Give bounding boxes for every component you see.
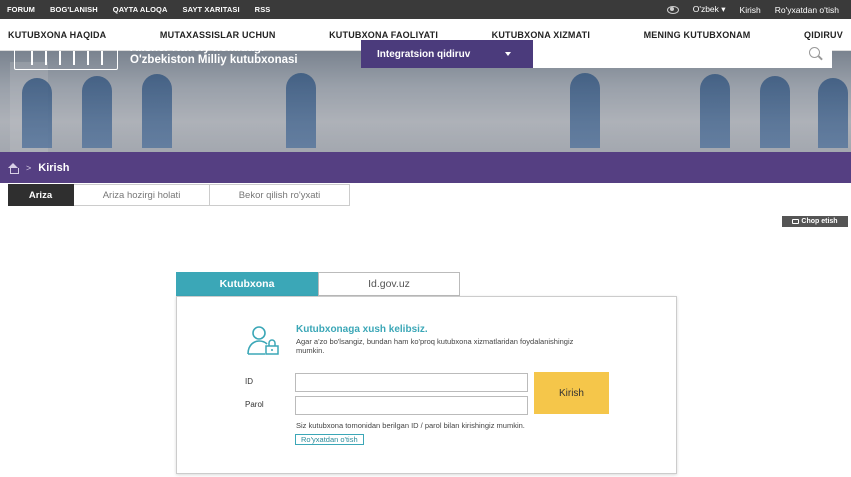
password-label: Parol: [245, 400, 264, 409]
logo-column: [59, 51, 61, 65]
tab-request-status[interactable]: Ariza hozirgi holati: [74, 184, 210, 206]
id-label: ID: [245, 377, 253, 386]
library-name-line1: Alisher Navoiy nomidagi: [130, 42, 265, 54]
top-register-link[interactable]: Ro'yxatdan o'tish: [775, 5, 839, 15]
breadcrumb: > Kirish: [0, 152, 851, 183]
nav-specialists[interactable]: MUTAXASSISLAR UCHUN: [160, 30, 276, 40]
nav-search[interactable]: QIDIRUV: [804, 30, 843, 40]
top-login-link[interactable]: Kirish: [740, 5, 761, 15]
nav-my-library[interactable]: MENING KUTUBXONAM: [644, 30, 751, 40]
tab-idgov-login[interactable]: Id.gov.uz: [318, 272, 460, 296]
logo-column: [73, 51, 75, 65]
top-links: FORUM BOG'LANISH QAYTA ALOQA SAYT XARITA…: [7, 0, 270, 19]
top-link-rss[interactable]: RSS: [255, 5, 271, 14]
search-category-label: Integratsion qidiruv: [377, 48, 471, 60]
welcome-description: Agar a'zo bo'lsangiz, bundan ham ko'proq…: [296, 337, 574, 355]
top-link-sitemap[interactable]: SAYT XARITASI: [183, 5, 240, 14]
print-button[interactable]: Chop etish: [782, 216, 848, 227]
tab-cancel-list[interactable]: Bekor qilish ro'yxati: [210, 184, 350, 206]
user-lock-icon: [247, 326, 279, 355]
nav-services[interactable]: KUTUBXONA XIZMATI: [492, 30, 590, 40]
home-icon[interactable]: [8, 162, 19, 174]
login-hint: Siz kutubxona tomonidan berilgan ID / pa…: [296, 421, 525, 430]
login-button[interactable]: Kirish: [534, 372, 609, 414]
password-field[interactable]: [295, 396, 528, 415]
library-name-line2: O'zbekiston Milliy kutubxonasi: [130, 54, 298, 66]
chevron-down-icon: [505, 52, 511, 56]
eye-icon[interactable]: [666, 5, 679, 14]
tab-library-login[interactable]: Kutubxona: [176, 272, 318, 296]
print-label: Chop etish: [801, 218, 838, 225]
login-tabs: Kutubxona Id.gov.uz: [176, 272, 460, 296]
logo-column: [31, 51, 33, 65]
top-link-contact[interactable]: BOG'LANISH: [50, 5, 98, 14]
breadcrumb-current: Kirish: [38, 161, 70, 174]
logo-column: [87, 51, 89, 65]
top-link-feedback[interactable]: QAYTA ALOQA: [113, 5, 168, 14]
search-input[interactable]: [533, 40, 832, 68]
logo-column: [45, 51, 47, 65]
search-category-dropdown[interactable]: Integratsion qidiruv: [361, 40, 533, 68]
library-name: Alisher Navoiy nomidagi O'zbekiston Mill…: [130, 42, 298, 66]
top-link-forum[interactable]: FORUM: [7, 5, 35, 14]
language-select[interactable]: O'zbek ▾: [693, 4, 726, 15]
logo-column: [101, 51, 103, 65]
nav-about[interactable]: KUTUBXONA HAQIDA: [8, 30, 106, 40]
tab-request[interactable]: Ariza: [8, 184, 74, 206]
printer-icon: [792, 219, 800, 224]
register-button[interactable]: Ro'yxatdan o'tish: [295, 434, 364, 445]
welcome-heading: Kutubxonaga xush kelibsiz.: [296, 324, 428, 335]
library-logo[interactable]: [14, 40, 118, 70]
logo-roof: [21, 45, 111, 50]
breadcrumb-separator: >: [26, 162, 32, 173]
nav-activity[interactable]: KUTUBXONA FAOLIYATI: [329, 30, 438, 40]
request-tabs: Ariza Ariza hozirgi holati Bekor qilish …: [8, 184, 350, 206]
top-right: O'zbek ▾ Kirish Ro'yxatdan o'tish: [666, 0, 839, 19]
top-bar: FORUM BOG'LANISH QAYTA ALOQA SAYT XARITA…: [0, 0, 851, 19]
search-icon[interactable]: [809, 47, 820, 58]
id-field[interactable]: [295, 373, 528, 392]
